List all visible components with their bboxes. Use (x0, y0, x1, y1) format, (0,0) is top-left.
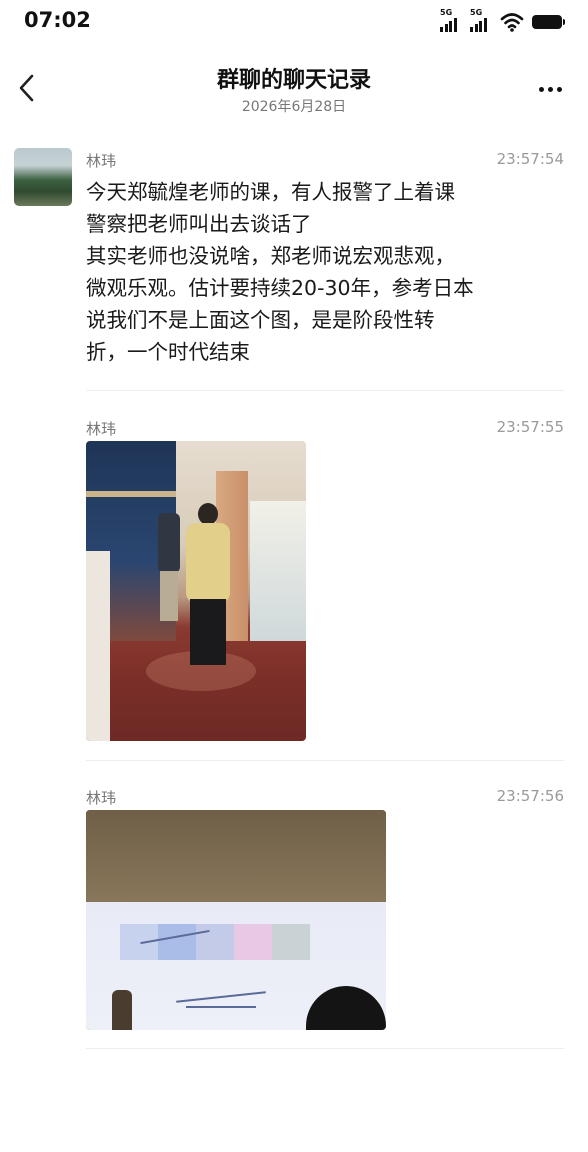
chat-history-page: 07:02 5G 5G 群聊的聊天记录 2026年6月28日 林玮 23:57:… (0, 0, 588, 1152)
header: 群聊的聊天记录 2026年6月28日 (0, 50, 588, 130)
message-line: 其实老师也没说啥，郑老师说宏观悲观， (86, 244, 455, 268)
message-line: 今天郑毓煌老师的课，有人报警了上着课 (86, 180, 455, 204)
more-dots-icon (538, 86, 544, 92)
message-line: 微观乐观。估计要持续20-30年，参考日本 (86, 276, 474, 300)
message-divider (86, 1048, 564, 1049)
avatar[interactable] (14, 148, 72, 206)
message-line: 警察把老师叫出去谈话了 (86, 212, 312, 236)
signal-icon: 5G (470, 8, 494, 32)
message-divider (86, 390, 564, 391)
message-image[interactable] (86, 441, 306, 741)
message-time: 23:57:55 (496, 418, 564, 436)
message-text[interactable]: 今天郑毓煌老师的课，有人报警了上着课 警察把老师叫出去谈话了 其实老师也没说啥，… (86, 176, 570, 368)
battery-icon (532, 15, 565, 29)
message-image[interactable] (86, 810, 386, 1030)
message-time: 23:57:56 (496, 787, 564, 805)
message-sender: 林玮 (86, 420, 117, 438)
message-sender: 林玮 (86, 152, 117, 170)
message-line: 说我们不是上面这个图，是是阶段性转 (86, 308, 435, 332)
message-time: 23:57:54 (496, 150, 564, 168)
status-time: 07:02 (24, 8, 91, 32)
message-line: 折，一个时代结束 (86, 340, 250, 364)
status-icons: 5G 5G (440, 8, 565, 32)
page-date: 2026年6月28日 (241, 99, 347, 115)
message-sender: 林玮 (86, 789, 117, 807)
network-type-label: 5G (470, 8, 483, 17)
wifi-icon (500, 13, 524, 32)
status-bar: 07:02 5G 5G (0, 0, 588, 44)
more-button[interactable] (532, 74, 568, 104)
message-divider (86, 760, 564, 761)
network-type-label: 5G (440, 8, 453, 17)
signal-icon: 5G (440, 8, 464, 32)
page-title: 群聊的聊天记录 (216, 68, 371, 93)
